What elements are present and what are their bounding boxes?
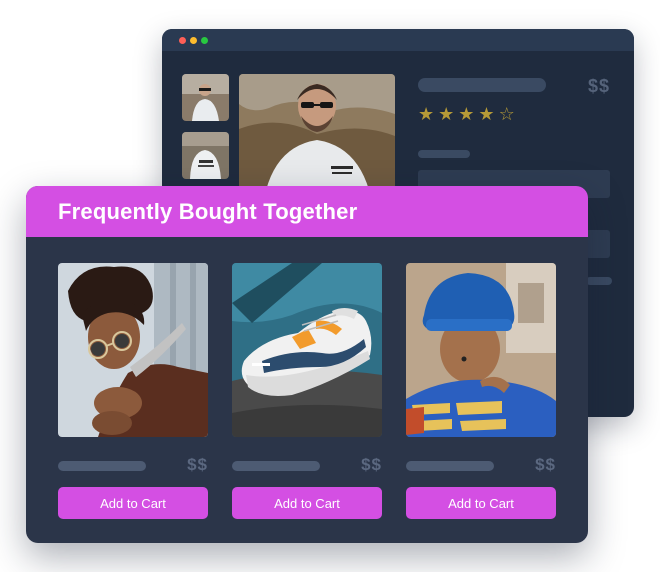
product-price: $$ [588,76,611,96]
product-photo[interactable] [58,263,208,437]
widget-title: Frequently Bought Together [58,198,358,224]
product-card: $$ Add to Cart [406,263,556,519]
product-title-placeholder [418,78,546,92]
frequently-bought-together-widget: Frequently Bought Together $$ Add to Car… [26,186,588,543]
star-icon: ★ [438,104,455,124]
product-rating: ★ ★ ★ ★ ☆ [418,104,515,124]
star-icon: ★ [418,104,435,124]
option-label-placeholder [418,150,470,158]
maximize-window-dot[interactable] [201,37,208,44]
product-price: $$ [361,455,382,474]
product-price: $$ [535,455,556,474]
star-outline-icon: ☆ [498,104,515,124]
widget-header: Frequently Bought Together [26,186,588,237]
description-placeholder [586,277,612,285]
product-name-placeholder [406,461,494,471]
product-price: $$ [187,455,208,474]
product-thumbnail-1[interactable] [182,74,229,121]
product-meta: $$ [406,452,556,480]
add-to-cart-button[interactable]: Add to Cart [232,487,382,519]
product-thumbnail-2[interactable] [182,132,229,179]
product-name-placeholder [58,461,146,471]
product-photo[interactable] [406,263,556,437]
product-name-placeholder [232,461,320,471]
star-icon: ★ [458,104,475,124]
product-card: $$ Add to Cart [58,263,208,519]
add-to-cart-button[interactable]: Add to Cart [58,487,208,519]
close-window-dot[interactable] [179,37,186,44]
product-meta: $$ [58,452,208,480]
minimize-window-dot[interactable] [190,37,197,44]
product-photo[interactable] [232,263,382,437]
product-card: $$ Add to Cart [232,263,382,519]
window-titlebar [162,29,634,51]
add-to-cart-button[interactable]: Add to Cart [406,487,556,519]
product-meta: $$ [232,452,382,480]
star-icon: ★ [478,104,495,124]
quantity-field[interactable] [586,230,610,258]
